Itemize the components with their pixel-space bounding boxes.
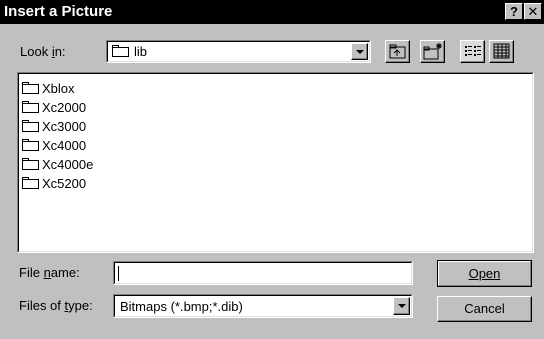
file-list[interactable]: Xblox Xc2000 Xc3000 Xc4000 Xc4000e Xc520… xyxy=(17,72,534,253)
list-item[interactable]: Xc4000e xyxy=(22,156,93,172)
chevron-down-icon xyxy=(398,304,406,308)
chevron-down-icon xyxy=(356,50,364,54)
file-name-field[interactable] xyxy=(113,261,413,285)
folder-icon xyxy=(22,157,40,171)
text-cursor xyxy=(118,266,119,281)
folder-icon xyxy=(112,45,130,58)
open-button-label: Open xyxy=(468,266,501,281)
folder-icon xyxy=(22,100,40,114)
open-button[interactable]: Open xyxy=(437,260,532,287)
cancel-button-label: Cancel xyxy=(464,301,505,316)
file-type-arrow-button[interactable] xyxy=(393,297,410,315)
up-folder-icon xyxy=(389,44,406,59)
folder-icon xyxy=(22,81,40,95)
close-button[interactable]: ✕ xyxy=(524,3,542,20)
title-bar: Insert a Picture ? ✕ xyxy=(0,0,544,24)
new-folder-button[interactable] xyxy=(420,40,445,63)
window-title: Insert a Picture xyxy=(4,3,113,20)
file-name-label: File name: xyxy=(19,265,80,280)
list-item[interactable]: Xc2000 xyxy=(22,99,86,115)
list-item-label: Xc4000 xyxy=(42,137,87,153)
dropdown-arrow-button[interactable] xyxy=(351,43,368,60)
list-item[interactable]: Xc4000 xyxy=(22,137,86,153)
list-view-icon xyxy=(465,46,481,56)
folder-icon xyxy=(22,176,40,190)
folder-icon xyxy=(22,138,40,152)
cancel-button[interactable]: Cancel xyxy=(437,296,532,322)
list-item-label: Xc5200 xyxy=(42,175,87,191)
file-list-area[interactable]: Xblox Xc2000 Xc3000 Xc4000 Xc4000e Xc520… xyxy=(18,73,533,252)
file-type-dropdown[interactable]: Bitmaps (*.bmp;*.dib) xyxy=(113,294,413,318)
list-item-label: Xc4000e xyxy=(42,156,94,172)
list-item[interactable]: Xblox xyxy=(22,80,75,96)
list-item-label: Xc3000 xyxy=(42,118,87,134)
up-one-level-button[interactable] xyxy=(385,40,410,63)
new-folder-icon xyxy=(423,43,442,60)
look-in-value: lib xyxy=(134,44,148,59)
folder-icon xyxy=(22,119,40,133)
help-button[interactable]: ? xyxy=(505,3,523,20)
list-item[interactable]: Xc5200 xyxy=(22,175,86,191)
list-item-label: Xc2000 xyxy=(42,99,87,115)
file-type-value: Bitmaps (*.bmp;*.dib) xyxy=(120,299,243,314)
look-in-label: Look in: xyxy=(20,44,66,59)
list-item[interactable]: Xc3000 xyxy=(22,118,86,134)
list-view-button[interactable] xyxy=(460,40,485,63)
list-item-label: Xblox xyxy=(42,80,75,96)
details-view-button[interactable] xyxy=(489,40,514,63)
look-in-dropdown[interactable]: lib xyxy=(106,40,371,63)
file-type-label: Files of type: xyxy=(19,298,93,313)
details-view-icon xyxy=(493,43,510,59)
